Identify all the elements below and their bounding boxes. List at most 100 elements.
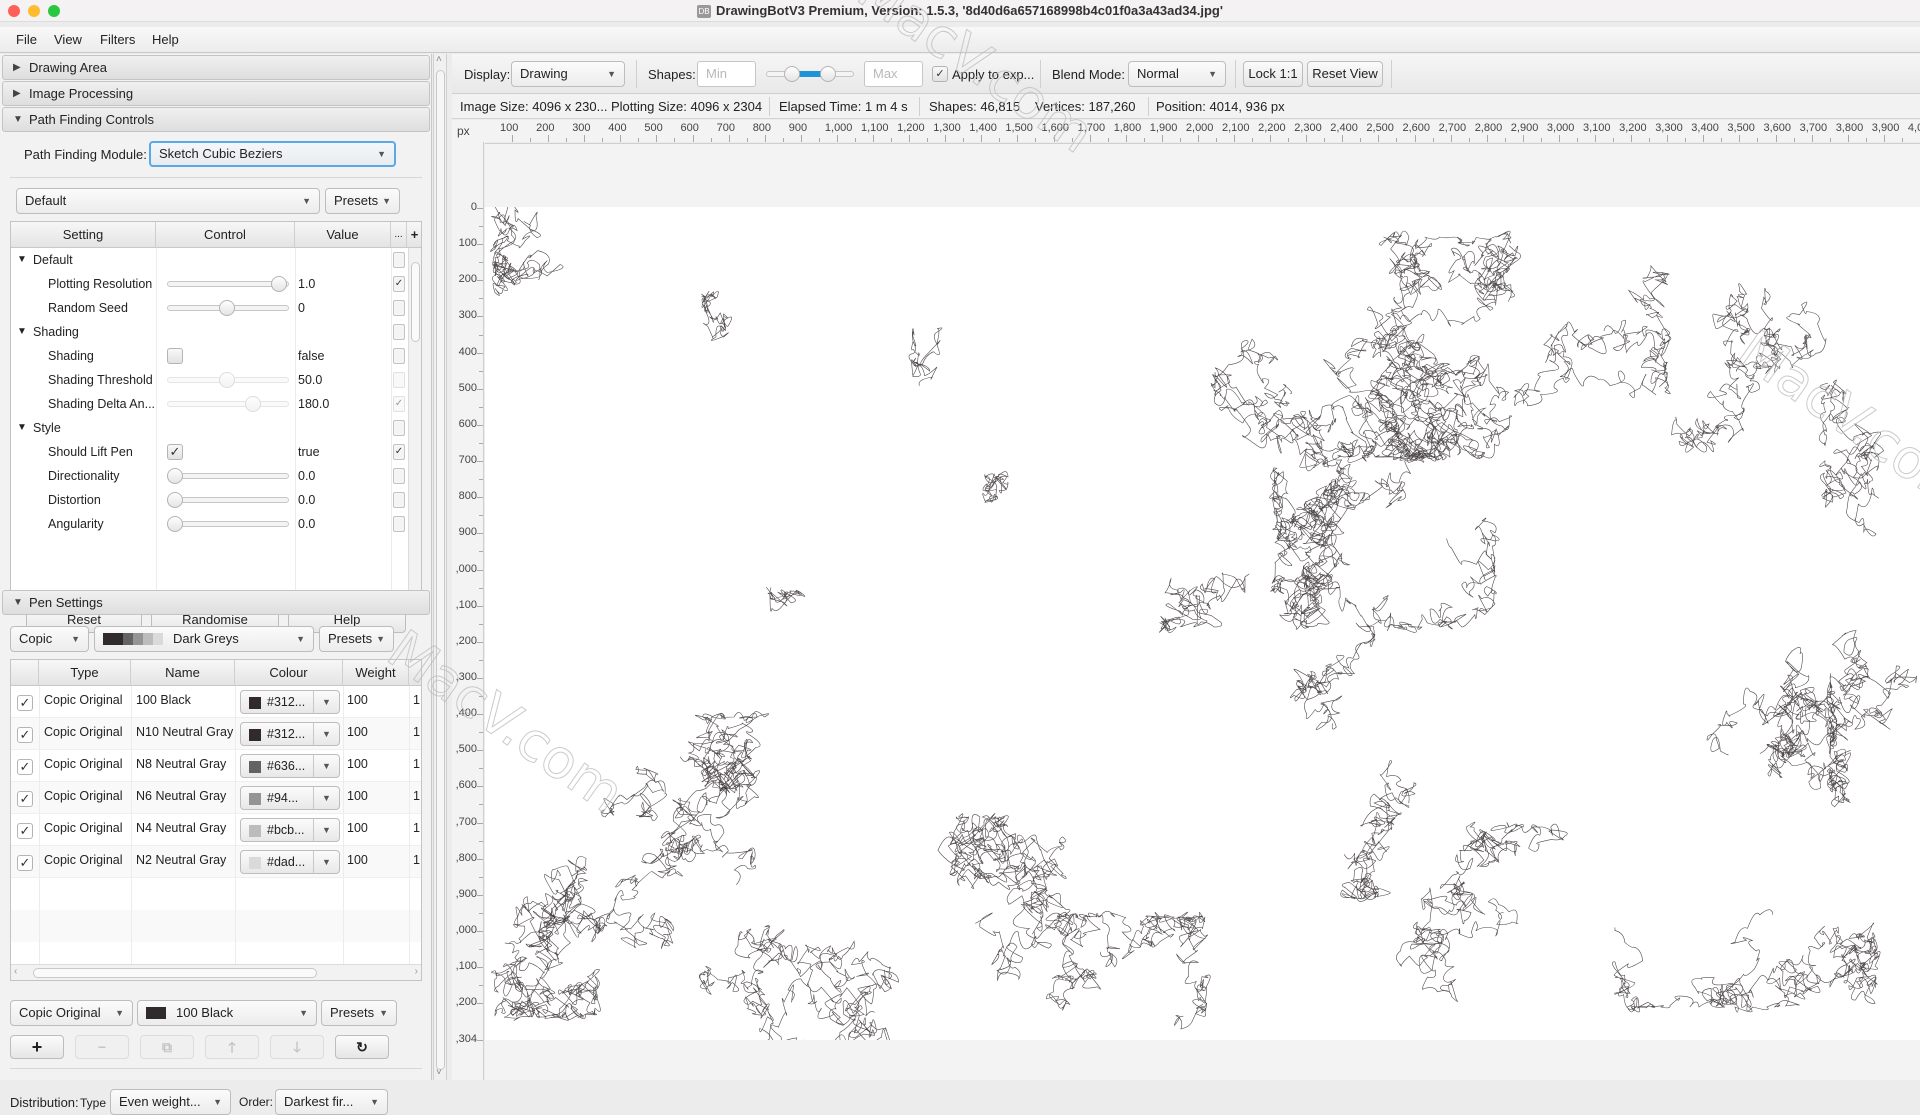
randomise-toggle[interactable]: ✓ bbox=[393, 396, 405, 412]
settings-group-row[interactable]: ▼ Shading bbox=[11, 320, 408, 344]
pen-row[interactable]: ✓ Copic Original N4 Neutral Gray #bcb...… bbox=[11, 814, 422, 846]
pen-colour-picker[interactable]: #312... ▼ bbox=[240, 722, 340, 746]
pen-presets-menu-button[interactable]: Presets▼ bbox=[319, 626, 394, 652]
setting-value[interactable]: 50.0 bbox=[298, 368, 322, 392]
randomise-toggle[interactable]: ✓ bbox=[393, 444, 405, 460]
chevron-down-icon[interactable]: ▼ bbox=[313, 787, 339, 809]
scrollbar-thumb[interactable] bbox=[411, 262, 420, 342]
randomise-toggle[interactable] bbox=[393, 372, 405, 388]
section-drawing-area[interactable]: ▶Drawing Area bbox=[2, 55, 430, 80]
chevron-down-icon[interactable]: ▼ bbox=[313, 755, 339, 777]
sidebar-scrollbar[interactable]: ˄ ˅ bbox=[433, 54, 447, 1080]
chevron-down-icon[interactable]: ▼ bbox=[313, 691, 339, 713]
slider-handle[interactable] bbox=[219, 372, 235, 388]
randomise-toggle[interactable] bbox=[393, 468, 405, 484]
duplicate-pen-button[interactable]: ⧉ bbox=[140, 1035, 194, 1059]
setting-checkbox[interactable] bbox=[167, 348, 183, 364]
menu-view[interactable]: View bbox=[54, 32, 82, 47]
pen-enabled-checkbox[interactable]: ✓ bbox=[17, 791, 33, 807]
randomise-toggle[interactable] bbox=[393, 516, 405, 532]
pen-colour-picker[interactable]: #636... ▼ bbox=[240, 754, 340, 778]
move-down-pen-button[interactable]: 🡓 bbox=[270, 1035, 324, 1059]
pen-enabled-checkbox[interactable]: ✓ bbox=[17, 695, 33, 711]
shapes-max-input[interactable]: Max bbox=[864, 61, 923, 87]
column-header-value[interactable]: Value bbox=[295, 222, 391, 248]
pen-row[interactable]: ✓ Copic Original N10 Neutral Gray #312..… bbox=[11, 718, 422, 750]
scroll-down-icon[interactable]: ˅ bbox=[436, 1067, 442, 1078]
column-menu-button[interactable]: + bbox=[407, 222, 422, 248]
pen-colour-picker[interactable]: #94... ▼ bbox=[240, 786, 340, 810]
pen-weight[interactable]: 100 bbox=[347, 688, 368, 712]
display-mode-select[interactable]: Drawing▼ bbox=[511, 61, 625, 87]
collapse-arrow-icon[interactable]: ▼ bbox=[17, 416, 27, 440]
range-high-handle[interactable] bbox=[820, 66, 836, 82]
pen-table-hscrollbar[interactable]: ‹ › bbox=[11, 964, 422, 980]
setting-checkbox[interactable]: ✓ bbox=[167, 444, 183, 460]
column-header-type[interactable]: Type bbox=[39, 660, 131, 686]
column-header-control[interactable]: Control bbox=[156, 222, 295, 248]
slider-handle[interactable] bbox=[219, 300, 235, 316]
pen-weight[interactable]: 100 bbox=[347, 816, 368, 840]
chevron-down-icon[interactable]: ▼ bbox=[313, 819, 339, 841]
setting-value[interactable]: 0.0 bbox=[298, 464, 315, 488]
setting-value[interactable]: 180.0 bbox=[298, 392, 329, 416]
pen-row[interactable]: ✓ Copic Original N2 Neutral Gray #dad...… bbox=[11, 846, 422, 878]
pen-enabled-checkbox[interactable]: ✓ bbox=[17, 855, 33, 871]
distribution-order-select[interactable]: Darkest fir...▼ bbox=[275, 1089, 388, 1115]
distribution-type-select[interactable]: Even weight...▼ bbox=[110, 1089, 231, 1115]
pen-colour-picker[interactable]: #dad... ▼ bbox=[240, 850, 340, 874]
pen-enabled-checkbox[interactable]: ✓ bbox=[17, 727, 33, 743]
setting-value[interactable]: true bbox=[298, 440, 320, 464]
add-pen-type-select[interactable]: Copic Original▼ bbox=[10, 1000, 133, 1026]
randomise-toggle[interactable] bbox=[393, 324, 405, 340]
pen-enabled-checkbox[interactable]: ✓ bbox=[17, 823, 33, 839]
pen-colour-picker[interactable]: #bcb... ▼ bbox=[240, 818, 340, 842]
pen-colour-picker[interactable]: #312... ▼ bbox=[240, 690, 340, 714]
collapse-arrow-icon[interactable]: ▼ bbox=[17, 248, 27, 272]
pen-palette-select[interactable]: Dark Greys▼ bbox=[94, 626, 314, 652]
setting-value[interactable]: false bbox=[298, 344, 324, 368]
scrollbar-thumb[interactable] bbox=[436, 70, 445, 1070]
scroll-right-icon[interactable]: › bbox=[415, 966, 418, 977]
setting-value[interactable]: 0.0 bbox=[298, 488, 315, 512]
move-up-pen-button[interactable]: 🡑 bbox=[205, 1035, 259, 1059]
section-path-finding-controls[interactable]: ▼Path Finding Controls bbox=[2, 107, 430, 132]
pen-brand-select[interactable]: Copic▼ bbox=[10, 626, 89, 652]
chevron-down-icon[interactable]: ▼ bbox=[313, 851, 339, 873]
settings-group-row[interactable]: ▼ Style bbox=[11, 416, 408, 440]
section-image-processing[interactable]: ▶Image Processing bbox=[2, 81, 430, 106]
setting-value[interactable]: 1.0 bbox=[298, 272, 315, 296]
scroll-up-icon[interactable]: ˄ bbox=[436, 54, 442, 65]
lock-aspect-button[interactable]: Lock 1:1 bbox=[1243, 61, 1303, 87]
shapes-range-slider[interactable] bbox=[766, 67, 854, 81]
collapse-arrow-icon[interactable]: ▼ bbox=[17, 320, 27, 344]
pen-weight[interactable]: 100 bbox=[347, 752, 368, 776]
pfm-preset-select[interactable]: Default▼ bbox=[16, 188, 320, 214]
scroll-left-icon[interactable]: ‹ bbox=[14, 966, 17, 977]
column-header-enabled[interactable] bbox=[11, 660, 39, 686]
randomise-toggle[interactable]: ✓ bbox=[393, 276, 405, 292]
scrollbar-thumb[interactable] bbox=[33, 968, 317, 978]
reset-view-button[interactable]: Reset View bbox=[1307, 61, 1383, 87]
reset-pen-button[interactable]: ↻ bbox=[335, 1035, 389, 1059]
column-header-more[interactable]: ... bbox=[391, 222, 407, 248]
pen-weight[interactable]: 100 bbox=[347, 720, 368, 744]
menu-help[interactable]: Help bbox=[152, 32, 179, 47]
settings-table-scrollbar[interactable] bbox=[408, 248, 422, 597]
pen-row[interactable]: ✓ Copic Original N8 Neutral Gray #636...… bbox=[11, 750, 422, 782]
add-pen-button[interactable]: + bbox=[10, 1035, 64, 1059]
slider-handle[interactable] bbox=[167, 468, 183, 484]
column-header-name[interactable]: Name bbox=[131, 660, 235, 686]
menu-filters[interactable]: Filters bbox=[100, 32, 135, 47]
randomise-toggle[interactable] bbox=[393, 420, 405, 436]
randomise-toggle[interactable] bbox=[393, 492, 405, 508]
randomise-toggle[interactable] bbox=[393, 252, 405, 268]
slider-handle[interactable] bbox=[245, 396, 261, 412]
slider-handle[interactable] bbox=[167, 492, 183, 508]
pen-row[interactable]: ✓ Copic Original 100 Black #312... ▼ 100… bbox=[11, 686, 422, 718]
shapes-min-input[interactable]: Min bbox=[697, 61, 756, 87]
section-pen-settings[interactable]: ▼Pen Settings bbox=[2, 590, 430, 615]
drawing-canvas[interactable] bbox=[485, 207, 1920, 1040]
pen-weight[interactable]: 100 bbox=[347, 784, 368, 808]
randomise-toggle[interactable] bbox=[393, 300, 405, 316]
